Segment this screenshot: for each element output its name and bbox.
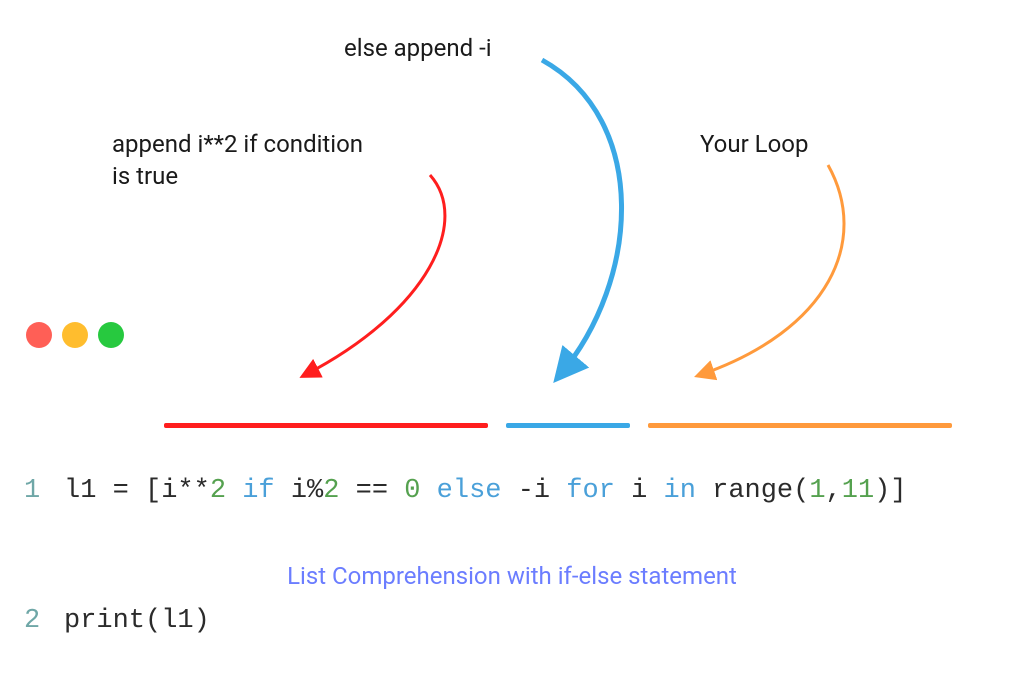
code-content-2: print(l1) [64,600,210,643]
code-content-1: l1 = [i**2 if i%2 == 0 else -i for i in … [64,470,907,513]
diagram-caption: List Comprehension with if-else statemen… [0,562,1024,590]
underline-if-condition [164,423,488,428]
underline-else-branch [506,423,630,428]
dot-red [26,322,52,348]
annotation-loop: Your Loop [700,128,808,160]
underline-loop [648,423,952,428]
arrow-red-curve [305,175,445,375]
arrow-orange-curve [700,165,844,375]
annotation-else-branch: else append -i [344,32,492,64]
code-line-1: 1l1 = [i**2 if i%2 == 0 else -i for i in… [20,470,907,513]
traffic-light-dots [26,322,124,348]
code-line-2: 2print(l1) [20,600,907,643]
dot-yellow [62,322,88,348]
arrow-blue-curve [542,60,622,375]
annotation-if-branch-line1: append i**2 if condition [112,130,363,158]
annotation-if-branch-line2: is true [112,162,178,190]
dot-green [98,322,124,348]
code-block: 1l1 = [i**2 if i%2 == 0 else -i for i in… [20,384,907,686]
line-number: 2 [20,600,64,643]
annotation-if-branch: append i**2 if condition is true [112,128,363,193]
line-number: 1 [20,470,64,513]
